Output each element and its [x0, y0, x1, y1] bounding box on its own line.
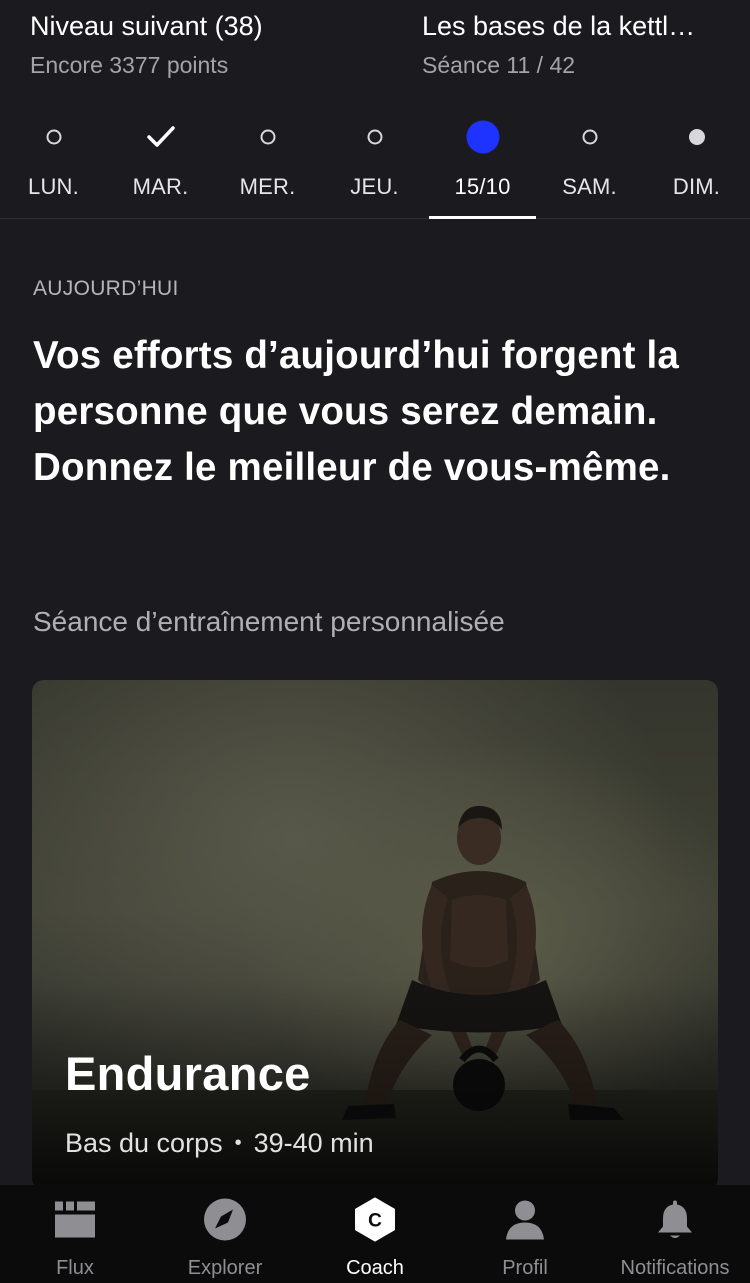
day-label: LUN.	[28, 174, 79, 199]
active-day-underline	[429, 216, 536, 219]
tab-explorer[interactable]: Explorer	[150, 1185, 300, 1283]
checkmark-icon	[146, 125, 176, 149]
program-title: Les bases de la kettl…	[422, 11, 696, 41]
coach-icon: C	[352, 1197, 398, 1248]
meta-separator: •	[234, 1132, 242, 1154]
tab-profil[interactable]: Profil	[450, 1185, 600, 1283]
svg-text:C: C	[368, 1211, 382, 1232]
tab-label: Explorer	[187, 1257, 263, 1279]
session-progress: Séance 11 / 42	[422, 52, 576, 78]
day-label: MAR.	[132, 174, 189, 199]
day-label: SAM.	[562, 174, 617, 199]
tab-notifications[interactable]: Notifications	[600, 1185, 750, 1283]
tab-label: Coach	[346, 1257, 404, 1279]
day-monday[interactable]: LUN.	[0, 108, 107, 219]
day-label: DIM.	[672, 174, 721, 199]
today-section-label: AUJOURD’HUI	[33, 277, 179, 300]
workout-duration: 39-40 min	[253, 1128, 374, 1158]
tab-label: Notifications	[620, 1257, 730, 1279]
day-wednesday[interactable]: MER.	[214, 108, 321, 219]
workout-meta: Bas du corps • 39-40 min	[65, 1128, 374, 1159]
day-empty-marker-icon	[582, 129, 597, 145]
day-filled-marker-icon	[688, 129, 705, 145]
day-empty-marker-icon	[367, 129, 382, 145]
day-sunday[interactable]: DIM.	[643, 108, 750, 219]
next-level-title: Niveau suivant (38)	[30, 11, 263, 41]
current-day-dot-icon	[466, 120, 499, 154]
workout-title: Endurance	[65, 1047, 311, 1100]
day-empty-marker-icon	[260, 129, 275, 145]
workout-focus: Bas du corps	[65, 1128, 223, 1158]
bell-icon	[656, 1199, 694, 1246]
day-label: JEU.	[350, 174, 399, 199]
day-thursday[interactable]: JEU.	[321, 108, 428, 219]
program-block[interactable]: Les bases de la kettl… Séance 11 / 42	[422, 10, 722, 79]
workout-section-title: Séance d’entraînement personnalisée	[33, 606, 505, 637]
tab-label: Flux	[56, 1257, 94, 1279]
next-level-block[interactable]: Niveau suivant (38) Encore 3377 points	[30, 10, 390, 79]
tab-label: Profil	[502, 1257, 548, 1279]
day-tuesday[interactable]: MAR.	[107, 108, 214, 219]
day-label: MER.	[239, 174, 296, 199]
tab-coach[interactable]: C Coach	[300, 1185, 450, 1283]
day-today[interactable]: 15/10	[429, 108, 536, 219]
motivational-quote: Vos efforts d’aujourd’hui forgent la per…	[33, 334, 680, 489]
tab-flux[interactable]: Flux	[0, 1185, 150, 1283]
bottom-tab-bar: Flux Explorer C Coach Profil Notificatio…	[0, 1185, 750, 1283]
week-day-selector: LUN. MAR. MER. JEU. 15/10 SAM. DIM.	[0, 108, 750, 219]
day-empty-marker-icon	[46, 129, 61, 145]
day-saturday[interactable]: SAM.	[536, 108, 643, 219]
compass-icon	[203, 1198, 247, 1247]
header: Niveau suivant (38) Encore 3377 points L…	[0, 0, 750, 100]
workout-card[interactable]: Endurance Bas du corps • 39-40 min	[32, 680, 718, 1190]
profile-icon	[504, 1199, 546, 1246]
day-label: 15/10	[454, 174, 511, 199]
feed-icon	[54, 1201, 96, 1244]
points-remaining: Encore 3377 points	[30, 52, 229, 78]
